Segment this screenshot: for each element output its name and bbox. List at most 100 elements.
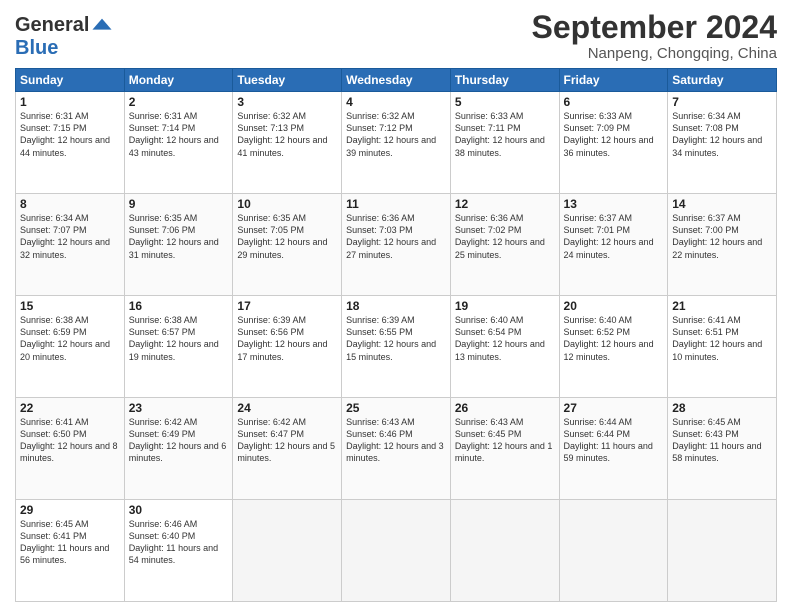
calendar-table: SundayMondayTuesdayWednesdayThursdayFrid… bbox=[15, 68, 777, 602]
calendar-cell: 29Sunrise: 6:45 AMSunset: 6:41 PMDayligh… bbox=[16, 500, 125, 602]
day-number: 26 bbox=[455, 401, 555, 415]
calendar-cell: 27Sunrise: 6:44 AMSunset: 6:44 PMDayligh… bbox=[559, 398, 668, 500]
weekday-friday: Friday bbox=[559, 69, 668, 92]
weekday-wednesday: Wednesday bbox=[342, 69, 451, 92]
location: Nanpeng, Chongqing, China bbox=[532, 45, 777, 62]
weekday-thursday: Thursday bbox=[450, 69, 559, 92]
day-number: 6 bbox=[564, 95, 664, 109]
day-info: Sunrise: 6:35 AMSunset: 7:05 PMDaylight:… bbox=[237, 212, 337, 261]
day-info: Sunrise: 6:34 AMSunset: 7:07 PMDaylight:… bbox=[20, 212, 120, 261]
calendar-week-2: 8Sunrise: 6:34 AMSunset: 7:07 PMDaylight… bbox=[16, 194, 777, 296]
day-info: Sunrise: 6:46 AMSunset: 6:40 PMDaylight:… bbox=[129, 518, 229, 567]
day-number: 16 bbox=[129, 299, 229, 313]
day-number: 28 bbox=[672, 401, 772, 415]
calendar-cell: 11Sunrise: 6:36 AMSunset: 7:03 PMDayligh… bbox=[342, 194, 451, 296]
month-title: September 2024 bbox=[532, 10, 777, 45]
calendar-cell: 14Sunrise: 6:37 AMSunset: 7:00 PMDayligh… bbox=[668, 194, 777, 296]
day-number: 11 bbox=[346, 197, 446, 211]
day-number: 3 bbox=[237, 95, 337, 109]
day-number: 8 bbox=[20, 197, 120, 211]
calendar-week-1: 1Sunrise: 6:31 AMSunset: 7:15 PMDaylight… bbox=[16, 92, 777, 194]
calendar-cell: 17Sunrise: 6:39 AMSunset: 6:56 PMDayligh… bbox=[233, 296, 342, 398]
day-number: 19 bbox=[455, 299, 555, 313]
calendar-cell: 20Sunrise: 6:40 AMSunset: 6:52 PMDayligh… bbox=[559, 296, 668, 398]
day-info: Sunrise: 6:32 AMSunset: 7:13 PMDaylight:… bbox=[237, 110, 337, 159]
calendar-cell: 28Sunrise: 6:45 AMSunset: 6:43 PMDayligh… bbox=[668, 398, 777, 500]
calendar-cell: 30Sunrise: 6:46 AMSunset: 6:40 PMDayligh… bbox=[124, 500, 233, 602]
day-info: Sunrise: 6:39 AMSunset: 6:55 PMDaylight:… bbox=[346, 314, 446, 363]
calendar-cell: 4Sunrise: 6:32 AMSunset: 7:12 PMDaylight… bbox=[342, 92, 451, 194]
logo-blue-text: Blue bbox=[15, 37, 58, 60]
calendar-cell: 3Sunrise: 6:32 AMSunset: 7:13 PMDaylight… bbox=[233, 92, 342, 194]
day-number: 1 bbox=[20, 95, 120, 109]
calendar-cell: 25Sunrise: 6:43 AMSunset: 6:46 PMDayligh… bbox=[342, 398, 451, 500]
calendar-cell bbox=[559, 500, 668, 602]
weekday-tuesday: Tuesday bbox=[233, 69, 342, 92]
day-number: 23 bbox=[129, 401, 229, 415]
weekday-monday: Monday bbox=[124, 69, 233, 92]
day-number: 7 bbox=[672, 95, 772, 109]
day-info: Sunrise: 6:33 AMSunset: 7:11 PMDaylight:… bbox=[455, 110, 555, 159]
day-info: Sunrise: 6:39 AMSunset: 6:56 PMDaylight:… bbox=[237, 314, 337, 363]
day-info: Sunrise: 6:42 AMSunset: 6:49 PMDaylight:… bbox=[129, 416, 229, 465]
calendar-cell bbox=[233, 500, 342, 602]
day-number: 4 bbox=[346, 95, 446, 109]
day-info: Sunrise: 6:40 AMSunset: 6:54 PMDaylight:… bbox=[455, 314, 555, 363]
page: General Blue September 2024 Nanpeng, Cho… bbox=[0, 0, 792, 612]
day-info: Sunrise: 6:34 AMSunset: 7:08 PMDaylight:… bbox=[672, 110, 772, 159]
day-number: 13 bbox=[564, 197, 664, 211]
calendar-cell: 19Sunrise: 6:40 AMSunset: 6:54 PMDayligh… bbox=[450, 296, 559, 398]
day-info: Sunrise: 6:31 AMSunset: 7:15 PMDaylight:… bbox=[20, 110, 120, 159]
calendar-cell: 21Sunrise: 6:41 AMSunset: 6:51 PMDayligh… bbox=[668, 296, 777, 398]
logo: General Blue bbox=[15, 14, 113, 60]
day-info: Sunrise: 6:32 AMSunset: 7:12 PMDaylight:… bbox=[346, 110, 446, 159]
day-info: Sunrise: 6:38 AMSunset: 6:59 PMDaylight:… bbox=[20, 314, 120, 363]
calendar-cell: 7Sunrise: 6:34 AMSunset: 7:08 PMDaylight… bbox=[668, 92, 777, 194]
day-info: Sunrise: 6:36 AMSunset: 7:03 PMDaylight:… bbox=[346, 212, 446, 261]
calendar-cell: 18Sunrise: 6:39 AMSunset: 6:55 PMDayligh… bbox=[342, 296, 451, 398]
calendar-cell: 1Sunrise: 6:31 AMSunset: 7:15 PMDaylight… bbox=[16, 92, 125, 194]
calendar-week-3: 15Sunrise: 6:38 AMSunset: 6:59 PMDayligh… bbox=[16, 296, 777, 398]
day-info: Sunrise: 6:40 AMSunset: 6:52 PMDaylight:… bbox=[564, 314, 664, 363]
day-info: Sunrise: 6:44 AMSunset: 6:44 PMDaylight:… bbox=[564, 416, 664, 465]
calendar-cell bbox=[342, 500, 451, 602]
day-info: Sunrise: 6:45 AMSunset: 6:43 PMDaylight:… bbox=[672, 416, 772, 465]
calendar-cell bbox=[450, 500, 559, 602]
day-info: Sunrise: 6:38 AMSunset: 6:57 PMDaylight:… bbox=[129, 314, 229, 363]
calendar-cell bbox=[668, 500, 777, 602]
logo-icon bbox=[91, 15, 113, 37]
day-number: 24 bbox=[237, 401, 337, 415]
calendar-cell: 23Sunrise: 6:42 AMSunset: 6:49 PMDayligh… bbox=[124, 398, 233, 500]
day-info: Sunrise: 6:41 AMSunset: 6:50 PMDaylight:… bbox=[20, 416, 120, 465]
day-number: 2 bbox=[129, 95, 229, 109]
calendar-cell: 16Sunrise: 6:38 AMSunset: 6:57 PMDayligh… bbox=[124, 296, 233, 398]
day-number: 27 bbox=[564, 401, 664, 415]
day-info: Sunrise: 6:43 AMSunset: 6:45 PMDaylight:… bbox=[455, 416, 555, 465]
day-number: 14 bbox=[672, 197, 772, 211]
day-number: 20 bbox=[564, 299, 664, 313]
day-info: Sunrise: 6:37 AMSunset: 7:00 PMDaylight:… bbox=[672, 212, 772, 261]
day-info: Sunrise: 6:36 AMSunset: 7:02 PMDaylight:… bbox=[455, 212, 555, 261]
day-number: 18 bbox=[346, 299, 446, 313]
day-number: 29 bbox=[20, 503, 120, 517]
calendar-cell: 13Sunrise: 6:37 AMSunset: 7:01 PMDayligh… bbox=[559, 194, 668, 296]
day-number: 30 bbox=[129, 503, 229, 517]
calendar-week-5: 29Sunrise: 6:45 AMSunset: 6:41 PMDayligh… bbox=[16, 500, 777, 602]
day-info: Sunrise: 6:43 AMSunset: 6:46 PMDaylight:… bbox=[346, 416, 446, 465]
weekday-sunday: Sunday bbox=[16, 69, 125, 92]
calendar-cell: 15Sunrise: 6:38 AMSunset: 6:59 PMDayligh… bbox=[16, 296, 125, 398]
day-info: Sunrise: 6:37 AMSunset: 7:01 PMDaylight:… bbox=[564, 212, 664, 261]
weekday-header-row: SundayMondayTuesdayWednesdayThursdayFrid… bbox=[16, 69, 777, 92]
calendar-cell: 6Sunrise: 6:33 AMSunset: 7:09 PMDaylight… bbox=[559, 92, 668, 194]
calendar-cell: 22Sunrise: 6:41 AMSunset: 6:50 PMDayligh… bbox=[16, 398, 125, 500]
weekday-saturday: Saturday bbox=[668, 69, 777, 92]
day-number: 17 bbox=[237, 299, 337, 313]
day-info: Sunrise: 6:33 AMSunset: 7:09 PMDaylight:… bbox=[564, 110, 664, 159]
day-number: 5 bbox=[455, 95, 555, 109]
day-info: Sunrise: 6:31 AMSunset: 7:14 PMDaylight:… bbox=[129, 110, 229, 159]
day-number: 21 bbox=[672, 299, 772, 313]
calendar-cell: 5Sunrise: 6:33 AMSunset: 7:11 PMDaylight… bbox=[450, 92, 559, 194]
day-info: Sunrise: 6:42 AMSunset: 6:47 PMDaylight:… bbox=[237, 416, 337, 465]
header: General Blue September 2024 Nanpeng, Cho… bbox=[15, 10, 777, 62]
calendar-cell: 12Sunrise: 6:36 AMSunset: 7:02 PMDayligh… bbox=[450, 194, 559, 296]
